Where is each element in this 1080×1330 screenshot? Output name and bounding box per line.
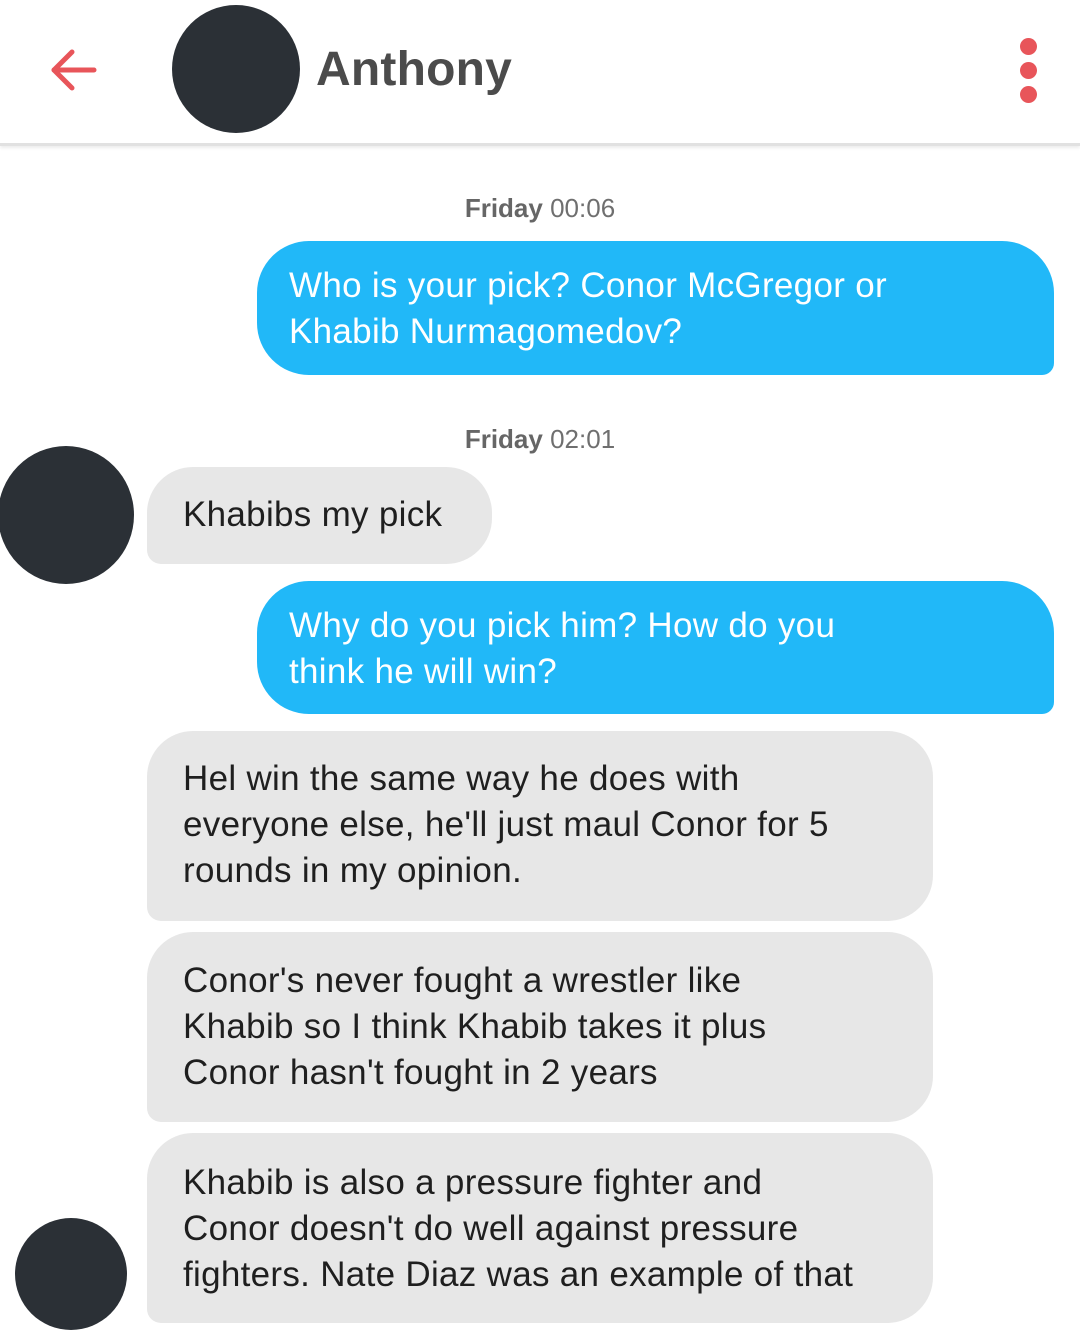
back-button[interactable] (48, 47, 98, 93)
contact-avatar[interactable] (0, 446, 134, 584)
more-options-button[interactable] (1012, 38, 1046, 104)
sent-message-bubble[interactable]: Who is your pick? Conor McGregor or Khab… (257, 241, 1054, 375)
message-text-line: Hel win the same way he does with (183, 759, 740, 798)
message-text-line: Khabib so I think Khabib takes it plus (183, 1007, 767, 1046)
received-message-bubble[interactable]: Khabib is also a pressure fighter and Co… (147, 1133, 933, 1323)
message-text-line: Why do you pick him? How do you (289, 606, 836, 645)
chat-screen: Anthony Friday 00:06 Who is your pick? C… (0, 0, 1080, 1330)
chat-header: Anthony (0, 0, 1080, 146)
contact-name[interactable]: Anthony (316, 40, 512, 100)
message-text-line: Conor hasn't fought in 2 years (183, 1053, 658, 1092)
message-text-line: Khabibs my pick (183, 495, 443, 534)
message-timestamp: Friday 02:01 (464, 424, 616, 454)
contact-avatar[interactable] (15, 1218, 127, 1330)
message-timestamp: Friday 00:06 (464, 193, 616, 223)
arrow-left-icon (51, 49, 97, 91)
message-text-line: Khabib is also a pressure fighter and (183, 1163, 763, 1202)
received-message-bubble[interactable]: Conor's never fought a wrestler like Kha… (147, 932, 933, 1122)
message-text-line: Khabib Nurmagomedov? (289, 312, 683, 351)
sent-message-bubble[interactable]: Why do you pick him? How do you think he… (257, 581, 1054, 714)
message-text-line: Conor doesn't do well against pressure (183, 1209, 799, 1248)
contact-avatar[interactable] (172, 5, 300, 133)
message-text-line: everyone else, he'll just maul Conor for… (183, 805, 829, 844)
message-text-line: Conor's never fought a wrestler like (183, 961, 742, 1000)
received-message-bubble[interactable]: Khabibs my pick (147, 467, 492, 564)
message-text-line: Who is your pick? Conor McGregor or (289, 266, 887, 305)
message-text-line: fighters. Nate Diaz was an example of th… (183, 1255, 854, 1294)
message-text-line: think he will win? (289, 652, 558, 691)
received-message-bubble[interactable]: Hel win the same way he does with everyo… (147, 731, 933, 921)
message-text-line: rounds in my opinion. (183, 851, 522, 890)
